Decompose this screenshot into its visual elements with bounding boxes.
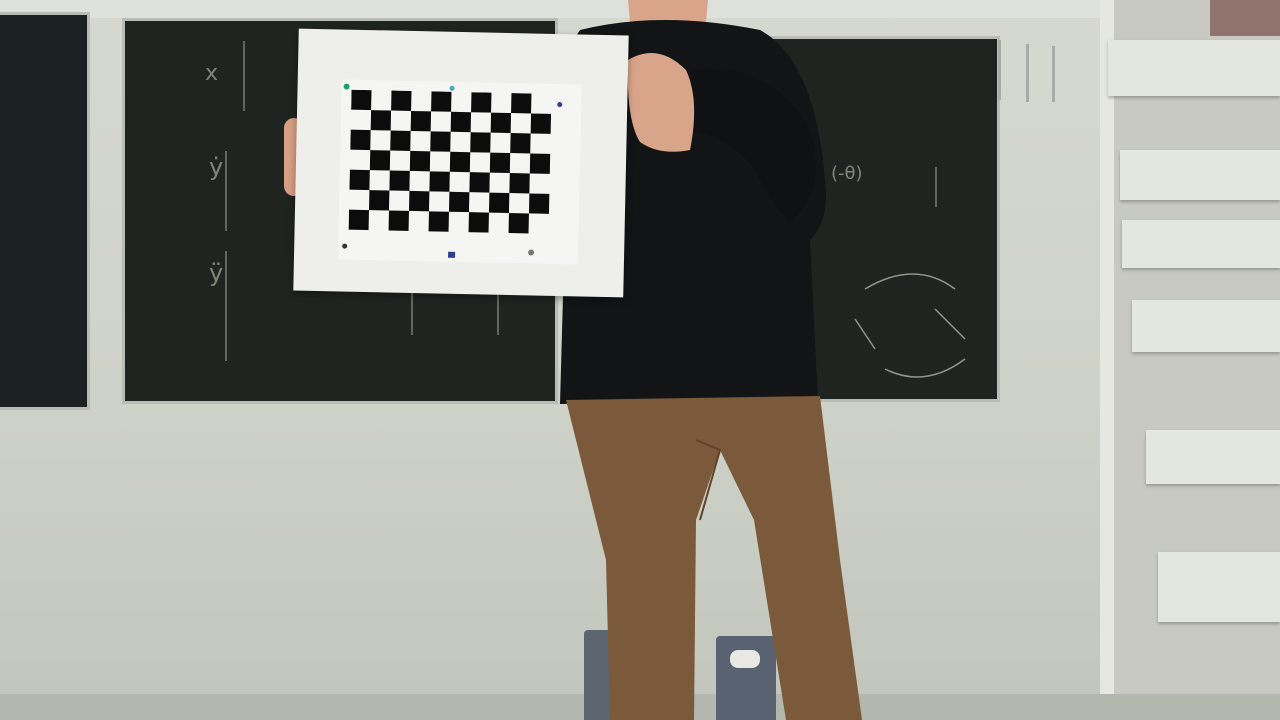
checker-square bbox=[510, 113, 532, 134]
checker-square bbox=[431, 91, 452, 113]
left-chalkboard bbox=[0, 12, 90, 410]
checker-square bbox=[489, 172, 511, 194]
checker-square bbox=[349, 149, 371, 171]
calibration-board bbox=[293, 28, 629, 298]
checker-square bbox=[448, 211, 470, 233]
checker-square bbox=[409, 150, 431, 172]
checker-square bbox=[349, 169, 371, 191]
checker-square bbox=[528, 213, 550, 234]
shelf bbox=[1120, 150, 1280, 200]
checker-square bbox=[391, 90, 412, 112]
checker-square bbox=[511, 93, 532, 114]
checker-square bbox=[490, 132, 511, 154]
shelf-objects bbox=[1210, 0, 1280, 36]
checker-square bbox=[350, 129, 371, 151]
marker-dot bbox=[342, 243, 348, 249]
checker-square bbox=[369, 170, 391, 191]
checker-square bbox=[411, 90, 432, 112]
shelf bbox=[1146, 430, 1280, 484]
shelf bbox=[1132, 300, 1280, 352]
shelf bbox=[1122, 220, 1280, 268]
checker-square bbox=[429, 151, 451, 173]
shelving-unit bbox=[1100, 0, 1280, 720]
checker-square bbox=[510, 133, 531, 154]
checker-square bbox=[469, 152, 491, 173]
checker-square bbox=[430, 131, 451, 153]
checker-square bbox=[370, 110, 392, 131]
checker-square bbox=[509, 153, 531, 174]
checker-square bbox=[529, 153, 551, 175]
checker-square bbox=[489, 152, 511, 174]
checker-square bbox=[368, 210, 390, 231]
checker-square bbox=[369, 150, 391, 171]
checker-square bbox=[449, 171, 471, 193]
checker-square bbox=[388, 210, 410, 232]
checker-square bbox=[529, 173, 551, 195]
classroom-scene: x ẏ ÿ (-θ) bbox=[0, 0, 1280, 720]
checker-square bbox=[389, 170, 411, 192]
checker-square bbox=[370, 130, 391, 151]
checker-square bbox=[508, 193, 530, 214]
marker-dot bbox=[448, 251, 456, 258]
checker-square bbox=[350, 109, 372, 131]
checker-square bbox=[470, 132, 491, 153]
marker-dot bbox=[343, 83, 350, 90]
checker-square bbox=[389, 150, 411, 172]
checker-square bbox=[430, 111, 452, 133]
checker-square bbox=[469, 172, 491, 193]
checker-square bbox=[428, 191, 450, 213]
checker-square bbox=[451, 91, 472, 113]
checker-square bbox=[488, 192, 510, 214]
checker-square bbox=[390, 130, 411, 152]
checker-square bbox=[490, 112, 512, 134]
checker-square bbox=[491, 92, 512, 114]
checker-square bbox=[408, 210, 430, 232]
checker-square bbox=[508, 213, 530, 234]
checker-square bbox=[429, 171, 451, 193]
checker-square bbox=[390, 110, 412, 132]
marker-dot bbox=[449, 85, 455, 91]
checker-square bbox=[450, 111, 472, 133]
checker-square bbox=[530, 133, 551, 155]
checker-square bbox=[449, 151, 471, 173]
checker-square bbox=[348, 189, 370, 211]
coat-hook bbox=[1052, 46, 1055, 102]
checker-square bbox=[488, 212, 510, 234]
coat-hook bbox=[998, 40, 1001, 100]
checker-square bbox=[388, 190, 410, 212]
shelf bbox=[1158, 552, 1280, 622]
checker-square bbox=[348, 209, 370, 231]
checker-square bbox=[531, 93, 552, 115]
checker-square bbox=[448, 191, 470, 213]
checker-square bbox=[468, 212, 490, 233]
checker-square bbox=[468, 192, 490, 213]
checker-square bbox=[410, 130, 431, 152]
checkerboard-paper bbox=[337, 79, 582, 265]
coat-hook bbox=[1026, 44, 1029, 102]
checker-square bbox=[410, 110, 432, 132]
checker-square bbox=[528, 193, 550, 215]
checker-square bbox=[509, 173, 531, 194]
checker-square bbox=[409, 170, 431, 192]
checker-square bbox=[351, 89, 372, 111]
checker-square bbox=[408, 190, 430, 212]
checker-square bbox=[368, 190, 390, 211]
checkerboard-pattern bbox=[348, 89, 552, 234]
marker-dot bbox=[528, 249, 535, 256]
checker-square bbox=[450, 131, 471, 153]
checker-square bbox=[530, 113, 552, 135]
checker-square bbox=[470, 112, 492, 133]
shelf bbox=[1108, 40, 1280, 96]
checker-square bbox=[428, 211, 450, 233]
marker-dot bbox=[557, 102, 563, 108]
checker-square bbox=[371, 90, 392, 111]
checker-square bbox=[471, 92, 492, 113]
